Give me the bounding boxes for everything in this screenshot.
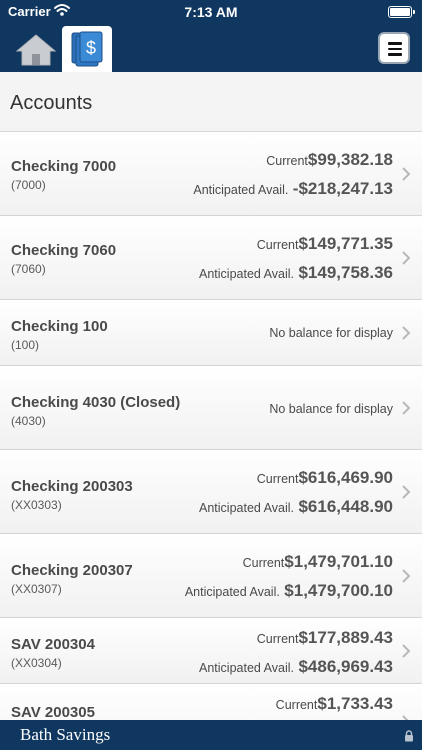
- account-number: (XX0303): [11, 498, 62, 512]
- account-name: Checking 4030 (Closed): [11, 394, 181, 411]
- account-name: Checking 200307: [11, 562, 133, 579]
- page-title: Accounts: [10, 92, 93, 114]
- account-row[interactable]: Checking 200303 (XX0303) Current$616,469…: [0, 450, 422, 534]
- anticipated-value: $149,758.36: [298, 263, 393, 282]
- anticipated-balance: Anticipated Avail. $616,448.90: [199, 497, 393, 517]
- footer: Bath Savings: [0, 720, 422, 750]
- menu-button[interactable]: [378, 32, 410, 64]
- dollar-accounts-icon: $: [71, 31, 103, 67]
- current-balance: Current$1,733.43: [276, 694, 393, 714]
- anticipated-label: Anticipated Avail.: [193, 183, 289, 197]
- current-value: $1,479,701.10: [284, 552, 393, 571]
- account-name: Checking 200303: [11, 478, 133, 495]
- top-nav: $: [0, 24, 422, 72]
- current-label: Current: [275, 698, 318, 712]
- anticipated-label: Anticipated Avail.: [199, 267, 294, 281]
- anticipated-label: Anticipated Avail.: [199, 501, 294, 515]
- account-number: (7060): [11, 262, 46, 276]
- current-value: $149,771.35: [298, 234, 393, 253]
- hamburger-menu-icon: [388, 42, 402, 45]
- current-label: Current: [242, 556, 285, 570]
- hamburger-line: [388, 47, 402, 50]
- account-number: (XX0307): [11, 582, 62, 596]
- chevron-right-icon: [402, 326, 411, 340]
- account-row[interactable]: Checking 7000 (7000) Current$99,382.18 A…: [0, 132, 422, 216]
- current-balance: Current$616,469.90: [257, 468, 393, 488]
- chevron-right-icon: [402, 167, 411, 181]
- svg-text:$: $: [86, 38, 96, 58]
- no-balance-text: No balance for display: [269, 402, 393, 416]
- current-balance: Current$99,382.18: [266, 150, 393, 170]
- anticipated-balance: Anticipated Avail. $1,479,700.10: [185, 581, 393, 601]
- hamburger-line: [388, 53, 402, 56]
- account-row[interactable]: Checking 7060 (7060) Current$149,771.35 …: [0, 216, 422, 300]
- chevron-right-icon: [402, 644, 411, 658]
- chevron-right-icon: [402, 569, 411, 583]
- account-number: (7000): [11, 178, 46, 192]
- anticipated-label: Anticipated Avail.: [184, 585, 280, 599]
- brand-logo: Bath Savings: [20, 725, 111, 744]
- anticipated-balance: Anticipated Avail. -$218,247.13: [193, 179, 393, 199]
- battery-icon: [388, 6, 415, 18]
- anticipated-balance: Anticipated Avail. $486,969.43: [199, 657, 393, 677]
- current-label: Current: [256, 238, 299, 252]
- current-value: $177,889.43: [298, 628, 393, 647]
- chevron-right-icon: [402, 485, 411, 499]
- no-balance-text: No balance for display: [269, 326, 393, 340]
- chevron-right-icon: [402, 401, 411, 415]
- current-value: $1,733.43: [317, 694, 393, 713]
- anticipated-value: -$218,247.13: [292, 179, 393, 198]
- account-row[interactable]: Checking 4030 (Closed) (4030) No balance…: [0, 366, 422, 450]
- anticipated-value: $486,969.43: [298, 657, 393, 676]
- current-label: Current: [266, 154, 308, 168]
- current-value: $99,382.18: [307, 150, 393, 169]
- current-value: $616,469.90: [298, 468, 393, 487]
- accounts-list[interactable]: Checking 7000 (7000) Current$99,382.18 A…: [0, 132, 422, 720]
- current-label: Current: [256, 632, 299, 646]
- lock-icon: [405, 730, 413, 742]
- home-button[interactable]: [14, 32, 58, 68]
- account-name: SAV 200305: [11, 704, 95, 720]
- account-row[interactable]: SAV 200305 Current$1,733.43: [0, 684, 422, 720]
- account-number: (XX0304): [11, 656, 62, 670]
- account-name: Checking 7000: [11, 158, 117, 175]
- anticipated-value: $616,448.90: [298, 497, 393, 516]
- anticipated-value: $1,479,700.10: [284, 581, 393, 600]
- account-name: Checking 7060: [11, 242, 117, 259]
- account-number: (4030): [11, 414, 46, 428]
- current-label: Current: [256, 472, 299, 486]
- account-number: (100): [11, 338, 40, 352]
- home-icon: [15, 34, 57, 66]
- account-name: Checking 100: [11, 318, 108, 335]
- current-balance: Current$1,479,701.10: [243, 552, 393, 572]
- current-balance: Current$177,889.43: [257, 628, 393, 648]
- account-row[interactable]: Checking 100 (100) No balance for displa…: [0, 300, 422, 366]
- chevron-right-icon: [402, 251, 411, 265]
- account-name: SAV 200304: [11, 636, 95, 653]
- status-time: 7:13 AM: [184, 4, 238, 20]
- anticipated-label: Anticipated Avail.: [199, 661, 294, 675]
- anticipated-balance: Anticipated Avail. $149,758.36: [199, 263, 393, 283]
- account-row[interactable]: SAV 200304 (XX0304) Current$177,889.43 A…: [0, 618, 422, 684]
- accounts-tab[interactable]: $: [62, 26, 112, 72]
- account-row[interactable]: Checking 200307 (XX0307) Current$1,479,7…: [0, 534, 422, 618]
- status-bar: Carrier 7:13 AM: [0, 0, 422, 24]
- page-header: Accounts: [0, 72, 422, 132]
- current-balance: Current$149,771.35: [257, 234, 393, 254]
